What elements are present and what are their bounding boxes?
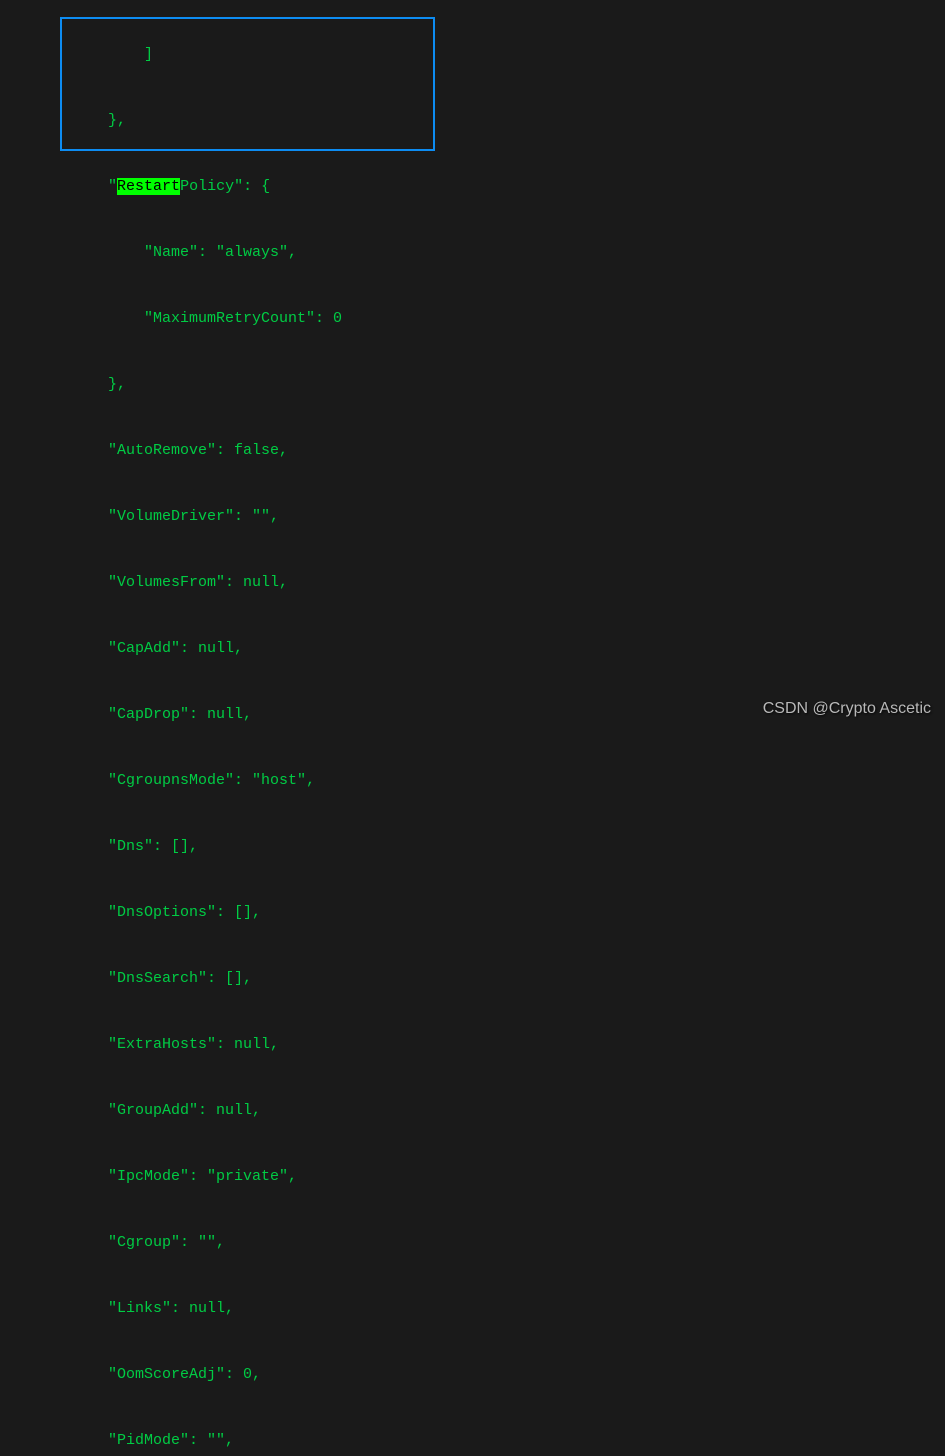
code-line: "OomScoreAdj": 0, (0, 1364, 945, 1386)
code-line: "CapAdd": null, (0, 638, 945, 660)
watermark: CSDN @Crypto Ascetic (763, 698, 931, 720)
code-line: "DnsSearch": [], (0, 968, 945, 990)
code-line: "ExtraHosts": null, (0, 1034, 945, 1056)
code-line: }, (0, 374, 945, 396)
code-line: "CgroupnsMode": "host", (0, 770, 945, 792)
code-line: "Dns": [], (0, 836, 945, 858)
code-line: "PidMode": "", (0, 1430, 945, 1452)
code-line: "GroupAdd": null, (0, 1100, 945, 1122)
code-line: "RestartPolicy": { (0, 176, 945, 198)
code-line: "MaximumRetryCount": 0 (0, 308, 945, 330)
code-line: }, (0, 110, 945, 132)
search-highlight: Restart (117, 178, 180, 195)
code-line: "Links": null, (0, 1298, 945, 1320)
terminal-output[interactable]: ] }, "RestartPolicy": { "Name": "always"… (0, 0, 945, 1456)
code-line: "DnsOptions": [], (0, 902, 945, 924)
code-line: "VolumesFrom": null, (0, 572, 945, 594)
code-line: ] (0, 44, 945, 66)
code-line: "IpcMode": "private", (0, 1166, 945, 1188)
code-line: "AutoRemove": false, (0, 440, 945, 462)
code-line: "Cgroup": "", (0, 1232, 945, 1254)
code-line: "Name": "always", (0, 242, 945, 264)
code-line: "VolumeDriver": "", (0, 506, 945, 528)
